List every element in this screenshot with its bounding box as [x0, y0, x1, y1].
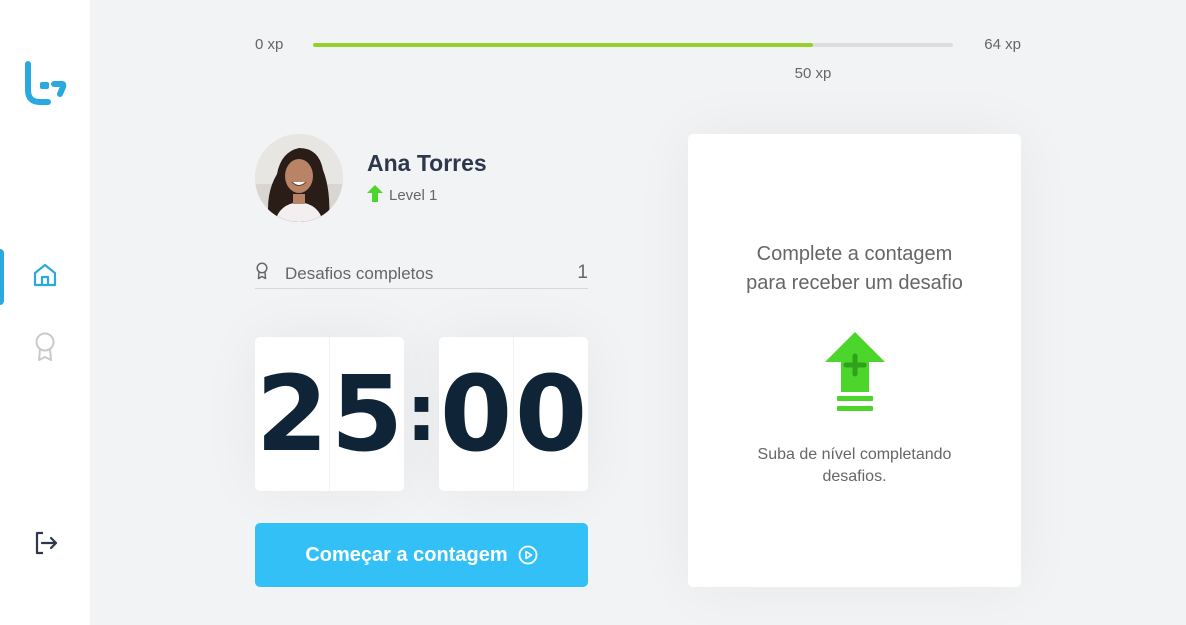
minute-digit-right: 5 — [329, 337, 404, 491]
xp-current-label: 50 xp — [794, 65, 832, 82]
sidebar-item-award[interactable] — [0, 321, 90, 377]
challenge-box-title-line2: para receber um desafio — [746, 272, 963, 294]
countdown: 2 5 : 0 0 — [255, 337, 588, 491]
play-circle-icon — [518, 545, 538, 565]
completed-challenges-label: Desafios completos — [285, 263, 434, 283]
ribbon-icon — [255, 262, 269, 285]
challenge-box-description: Suba de nível completando desafios. — [725, 444, 985, 488]
second-digit-left: 0 — [439, 353, 513, 475]
challenge-box-description-line1: Suba de nível completando — [757, 446, 952, 463]
xp-track: 50 xp — [313, 43, 953, 82]
logout-icon — [32, 529, 60, 562]
completed-challenges-count: 1 — [577, 262, 588, 283]
profile-level: Level 1 — [367, 185, 487, 206]
countdown-seconds: 0 0 — [439, 337, 588, 491]
start-countdown-label: Começar a contagem — [305, 543, 508, 566]
countdown-minutes: 2 5 — [255, 337, 404, 491]
sidebar-item-home[interactable] — [0, 249, 90, 305]
profile-info: Ana Torres Level 1 — [367, 150, 487, 206]
brand-logo[interactable] — [22, 60, 68, 106]
award-icon — [33, 331, 57, 368]
completed-challenges: Desafios completos 1 — [255, 262, 588, 289]
completed-challenges-left: Desafios completos — [255, 262, 433, 285]
start-countdown-button[interactable]: Começar a contagem — [255, 523, 588, 587]
challenge-box-title: Complete a contagem para receber um desa… — [705, 240, 1005, 298]
challenge-box: Complete a contagem para receber um desa… — [688, 134, 1021, 587]
challenge-box-description-line2: desafios. — [822, 468, 887, 485]
active-indicator — [0, 249, 4, 305]
xp-min-label: 0 xp — [255, 36, 284, 53]
profile-name: Ana Torres — [367, 150, 487, 176]
second-digit-right: 0 — [513, 337, 588, 491]
xp-max-label: 64 xp — [984, 36, 1021, 53]
level-up-icon — [823, 330, 887, 414]
profile-level-label: Level 1 — [389, 187, 438, 204]
home-icon — [31, 261, 59, 294]
avatar — [255, 134, 343, 222]
challenge-box-title-line1: Complete a contagem — [756, 243, 953, 265]
sidebar — [0, 0, 90, 625]
experience-bar: 0 xp 50 xp 64 xp — [255, 34, 1021, 82]
profile: Ana Torres Level 1 — [255, 134, 487, 222]
xp-progress-fill — [313, 43, 813, 47]
logout-button[interactable] — [30, 529, 62, 561]
level-up-icon — [367, 185, 383, 206]
countdown-separator: : — [405, 369, 438, 459]
minute-digit-left: 2 — [255, 353, 329, 475]
